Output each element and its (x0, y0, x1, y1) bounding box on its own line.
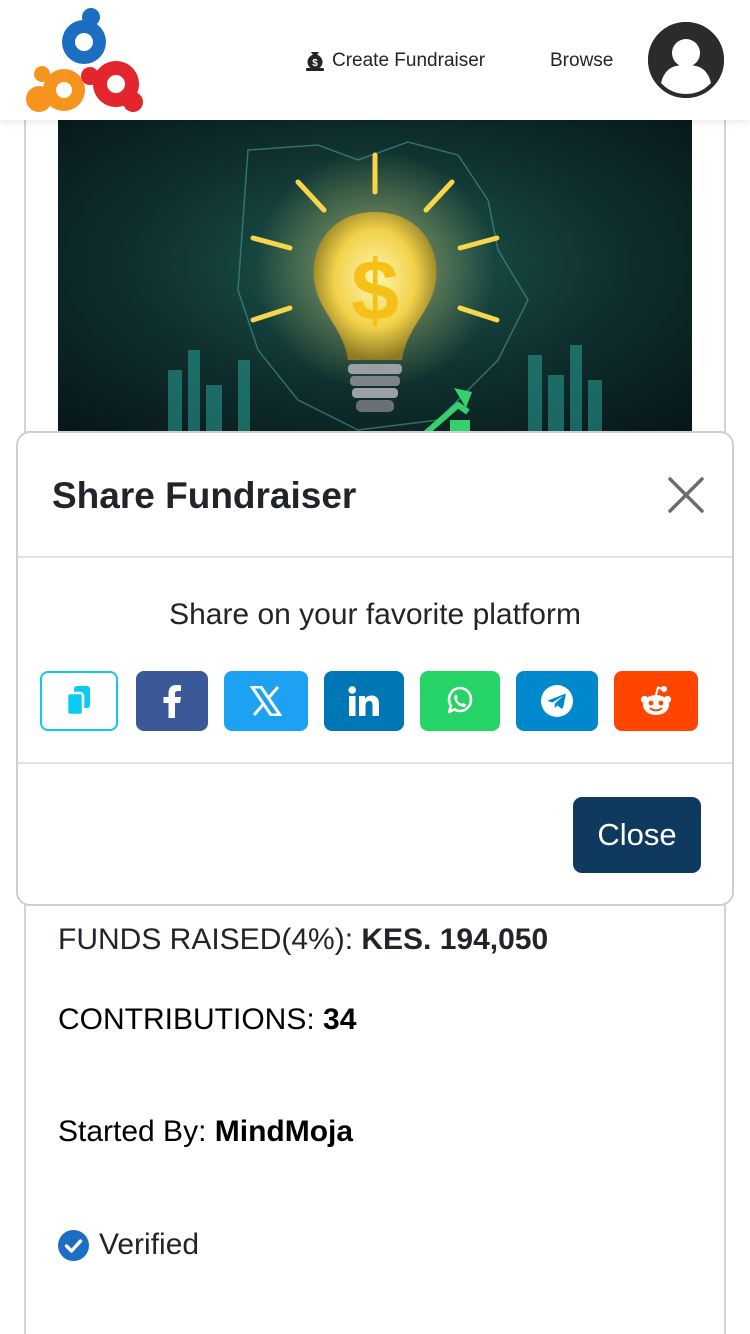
lightbulb-dollar-image: $ (58, 120, 692, 440)
close-button[interactable]: Close (573, 797, 701, 873)
telegram-share-button[interactable] (516, 671, 598, 731)
browse-label: Browse (550, 50, 614, 71)
copy-link-button[interactable] (40, 671, 118, 731)
user-avatar-icon[interactable] (647, 21, 725, 99)
share-buttons (18, 671, 732, 731)
check-circle-icon (58, 1229, 89, 1261)
modal-header: Share Fundraiser (18, 433, 732, 558)
x-share-button[interactable] (224, 671, 308, 731)
browse-link[interactable]: Browse (550, 46, 613, 76)
funds-raised-value: KES. 194,050 (361, 923, 549, 956)
verified-badge: Verified (58, 1228, 199, 1262)
modal-footer: Close (18, 764, 732, 904)
verified-label: Verified (99, 1228, 200, 1261)
started-by-value: MindMoja (214, 1115, 354, 1148)
reddit-icon (640, 686, 672, 715)
x-icon (250, 686, 282, 716)
community-logo-icon[interactable] (22, 4, 146, 116)
started-by-label: Started By: (58, 1115, 215, 1148)
reddit-share-button[interactable] (614, 671, 698, 731)
started-by: Started By: MindMoja (58, 1115, 353, 1149)
create-fundraiser-label: Create Fundraiser (332, 50, 486, 71)
copy-icon (65, 686, 90, 717)
funds-raised: FUNDS RAISED(4%): KES. 194,050 (58, 923, 548, 957)
fundraiser-image: $ (58, 120, 692, 440)
funds-raised-label: FUNDS RAISED(4%): (58, 923, 362, 956)
linkedin-icon (348, 686, 379, 716)
facebook-icon (163, 685, 181, 718)
create-fundraiser-link[interactable]: $ Create Fundraiser (304, 46, 485, 76)
facebook-share-button[interactable] (136, 671, 208, 731)
modal-title: Share Fundraiser (52, 475, 357, 516)
money-bag-icon: $ (306, 52, 324, 71)
contributions-value: 34 (323, 1003, 357, 1036)
share-modal: Share Fundraiser Share on your favorite … (16, 431, 734, 906)
svg-text:$: $ (312, 58, 318, 69)
close-icon[interactable] (666, 475, 706, 515)
svg-text:$: $ (351, 243, 399, 339)
whatsapp-share-button[interactable] (420, 671, 500, 731)
modal-body: Share on your favorite platform (18, 558, 732, 764)
share-subtitle: Share on your favorite platform (169, 598, 581, 631)
contributions: CONTRIBUTIONS: 34 (58, 1003, 356, 1037)
contributions-label: CONTRIBUTIONS: (58, 1003, 324, 1036)
linkedin-share-button[interactable] (324, 671, 404, 731)
telegram-icon (541, 685, 573, 717)
top-navbar: $ Create Fundraiser Browse (0, 0, 750, 120)
whatsapp-icon (447, 686, 473, 714)
